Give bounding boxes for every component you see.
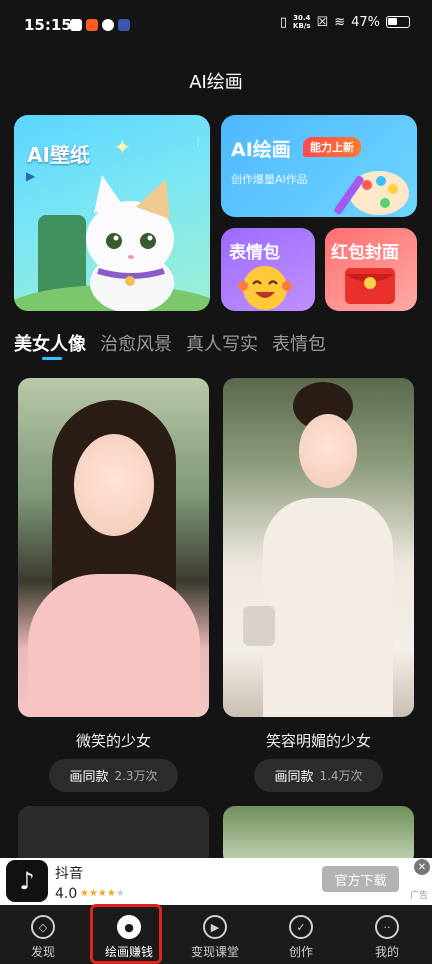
notification-app-icon: [70, 19, 82, 31]
bottom-navigation: ◇ 发现 ● 绘画赚钱 ▶ 变现课堂 ✓ 创作 ·· 我的: [0, 905, 432, 964]
play-icon: ▶: [203, 915, 227, 939]
wallpaper-watermark: ~: [189, 135, 208, 149]
portrait-dress: [263, 498, 393, 717]
tab-beauty-portrait[interactable]: 美女人像: [14, 330, 86, 356]
ad-tag: 广告: [409, 891, 428, 901]
portrait-face: [74, 434, 154, 536]
official-download-button[interactable]: 官方下载: [322, 866, 399, 892]
artwork-caption: 微笑的少女: [75, 732, 151, 750]
laughing-emoji-illustration: [238, 266, 292, 310]
use-count: 1.4万次: [319, 769, 363, 783]
network-speed-value: 30.4: [293, 14, 311, 22]
face-icon: ··: [375, 915, 399, 939]
close-icon[interactable]: ✕: [414, 859, 430, 875]
vibrate-icon: ▯: [279, 14, 288, 30]
nav-mine[interactable]: ·· 我的: [344, 905, 430, 964]
red-packet-cover-card[interactable]: 红包封面: [325, 228, 417, 311]
battery-percent: 47%: [351, 14, 380, 30]
compass-icon: ◇: [31, 915, 55, 939]
use-count: 2.3万次: [114, 769, 158, 783]
nav-label: 变现课堂: [190, 945, 239, 959]
nav-monetize-class[interactable]: ▶ 变现课堂: [172, 905, 258, 964]
bulb-icon: ✓: [289, 915, 313, 939]
selection-highlight: [90, 904, 162, 964]
wifi-icon: ≋: [334, 14, 346, 30]
notification-app-icon: [86, 19, 98, 31]
tab-realistic[interactable]: 真人写实: [186, 330, 258, 356]
douyin-logo-icon: ♪: [6, 860, 48, 902]
ad-banner[interactable]: ♪ 抖音 4.0 ★★★★★ 官方下载 ✕ 广告: [0, 858, 432, 905]
draw-same-button[interactable]: 画同款 1.4万次: [254, 759, 383, 792]
artwork-thumbnail[interactable]: [223, 378, 414, 717]
palette-illustration: [334, 171, 409, 215]
portrait-blouse: [28, 574, 200, 717]
draw-same-label: 画同款: [274, 770, 314, 785]
notification-app-icon: [102, 19, 114, 31]
draw-same-button[interactable]: 画同款 2.3万次: [49, 759, 178, 792]
draw-same-label: 画同款: [69, 770, 109, 785]
portrait-handbag: [243, 606, 275, 646]
red-envelope-illustration: [345, 268, 395, 304]
ai-wallpaper-card[interactable]: AI壁纸 ✦ ▶ ~: [14, 115, 210, 311]
category-tabs: 美女人像 治愈风景 真人写实 表情包: [14, 330, 326, 356]
tab-emoji[interactable]: 表情包: [272, 330, 326, 356]
battery-icon: [386, 16, 410, 28]
nav-label: 发现: [30, 945, 55, 959]
tab-healing-scenery[interactable]: 治愈风景: [100, 330, 172, 356]
nav-label: 我的: [374, 945, 399, 959]
network-speed: 30.4 KB/s: [293, 14, 310, 30]
page-title: AI绘画: [189, 72, 243, 93]
artwork-thumbnail[interactable]: [18, 806, 209, 866]
artwork-thumbnail[interactable]: [223, 806, 414, 866]
portrait-face: [299, 414, 357, 488]
artwork-caption: 笑容明媚的少女: [265, 732, 371, 750]
ai-paint-card[interactable]: AI绘画 能力上新 创作爆量AI作品: [221, 115, 417, 217]
nav-label: 创作: [288, 945, 313, 959]
rating-stars-icon: ★★★★★: [80, 888, 125, 899]
ad-app-name: 抖音: [55, 866, 83, 882]
ad-rating: 4.0: [55, 886, 78, 902]
nav-discover[interactable]: ◇ 发现: [0, 905, 86, 964]
nav-create[interactable]: ✓ 创作: [258, 905, 344, 964]
status-time: 15:15: [24, 16, 72, 34]
emoji-card[interactable]: 表情包: [221, 228, 315, 311]
sim-off-icon: ☒: [316, 14, 329, 30]
active-tab-indicator: [42, 357, 62, 360]
notification-app-icon: [118, 19, 130, 31]
status-bar: 15:15 ▯ 30.4 KB/s ☒ ≋ 47%: [0, 0, 432, 52]
network-speed-unit: KB/s: [293, 22, 311, 30]
artwork-thumbnail[interactable]: [18, 378, 209, 717]
